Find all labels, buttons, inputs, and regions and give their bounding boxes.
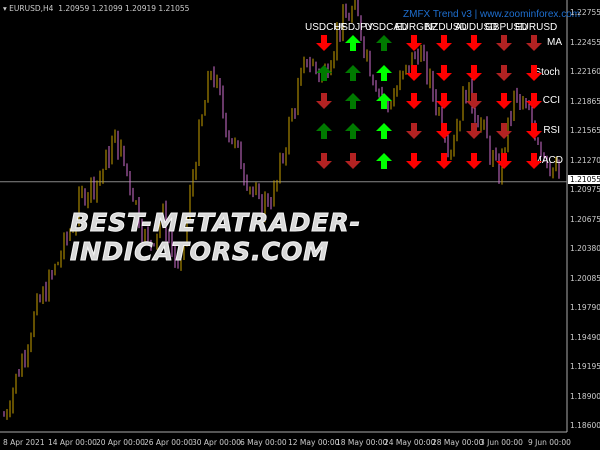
arrow-up-icon xyxy=(376,123,392,139)
indicator-row-label: MA xyxy=(547,37,562,48)
time-axis-label: 14 Apr 00:00 xyxy=(48,438,97,447)
time-axis-label: 3 Jun 00:00 xyxy=(480,438,523,447)
arrow-down-icon xyxy=(496,65,512,81)
time-axis-label: 20 Apr 00:00 xyxy=(96,438,145,447)
arrow-down-icon xyxy=(466,93,482,109)
arrow-down-icon xyxy=(496,93,512,109)
time-axis-label: 6 May 00:00 xyxy=(240,438,287,447)
arrow-down-icon xyxy=(406,65,422,81)
arrow-up-icon xyxy=(376,153,392,169)
price-axis-label: 1.20085 xyxy=(570,273,600,283)
arrow-down-icon xyxy=(316,153,332,169)
arrow-down-icon xyxy=(436,93,452,109)
indicator-row-label: RSI xyxy=(543,125,560,136)
price-axis-label: 1.22755 xyxy=(570,8,600,17)
arrow-down-icon xyxy=(406,153,422,169)
chart-header: ▾ EURUSD,H4 1.20959 1.21099 1.20919 1.21… xyxy=(3,4,190,13)
arrow-down-icon xyxy=(496,35,512,51)
arrow-down-icon xyxy=(526,123,542,139)
time-axis-label: 12 May 00:00 xyxy=(288,438,340,447)
price-axis-label: 1.18600 xyxy=(570,421,600,430)
time-axis-label: 8 Apr 2021 xyxy=(3,438,45,447)
price-axis-label: 1.18900 xyxy=(570,391,600,401)
watermark: BEST-METATRADER-INDICATORS.COM xyxy=(70,208,362,267)
indicator-row-label: CCI xyxy=(542,95,560,106)
current-price-label: 1.21055 xyxy=(568,175,600,184)
arrow-up-icon xyxy=(376,65,392,81)
arrow-up-icon xyxy=(316,65,332,81)
time-axis-label: 24 May 00:00 xyxy=(384,438,436,447)
arrow-up-icon xyxy=(376,35,392,51)
price-axis-label: 1.21270 xyxy=(570,155,600,165)
price-axis-label: 1.19490 xyxy=(570,332,600,342)
time-axis-label: 18 May 00:00 xyxy=(336,438,388,447)
price-axis-label: 1.19195 xyxy=(570,362,600,371)
arrow-down-icon xyxy=(526,153,542,169)
price-axis-label: 1.22455 xyxy=(570,37,600,47)
arrow-down-icon xyxy=(466,35,482,51)
arrow-down-icon xyxy=(526,93,542,109)
arrow-down-icon xyxy=(526,65,542,81)
arrow-down-icon xyxy=(526,35,542,51)
price-axis-label: 1.21865 xyxy=(570,96,600,106)
arrow-down-icon xyxy=(406,123,422,139)
arrow-up-icon xyxy=(345,123,361,139)
arrow-down-icon xyxy=(345,153,361,169)
arrow-down-icon xyxy=(436,35,452,51)
arrow-up-icon xyxy=(345,35,361,51)
symbol-label: EURUSD xyxy=(515,22,558,33)
time-axis-label: 28 May 00:00 xyxy=(432,438,484,447)
time-axis-label: 30 Apr 00:00 xyxy=(192,438,241,447)
arrow-down-icon xyxy=(466,65,482,81)
arrow-up-icon xyxy=(345,93,361,109)
time-axis-label: 9 Jun 00:00 xyxy=(528,438,571,447)
price-axis-label: 1.19790 xyxy=(570,303,600,312)
symbol-label: EURUSD,H4 xyxy=(9,4,54,13)
arrow-down-icon xyxy=(406,35,422,51)
time-axis-label: 26 Apr 00:00 xyxy=(144,438,193,447)
arrow-up-icon xyxy=(345,65,361,81)
arrow-down-icon xyxy=(406,93,422,109)
price-axis-label: 1.20975 xyxy=(570,185,600,194)
arrow-up-icon xyxy=(376,93,392,109)
arrow-down-icon xyxy=(436,65,452,81)
price-axis-label: 1.22160 xyxy=(570,67,600,76)
arrow-down-icon xyxy=(316,93,332,109)
arrow-up-icon xyxy=(316,123,332,139)
arrow-down-icon xyxy=(496,123,512,139)
arrow-down-icon xyxy=(436,123,452,139)
arrow-down-icon xyxy=(466,123,482,139)
arrow-down-icon xyxy=(316,35,332,51)
price-axis-label: 1.21565 xyxy=(570,126,600,135)
arrow-down-icon xyxy=(496,153,512,169)
indicator-title: ZMFX Trend v3 | www.zoominforex.com xyxy=(403,9,581,20)
arrow-down-icon xyxy=(466,153,482,169)
arrow-down-icon xyxy=(436,153,452,169)
ohlc-values: 1.20959 1.21099 1.20919 1.21055 xyxy=(58,4,190,13)
